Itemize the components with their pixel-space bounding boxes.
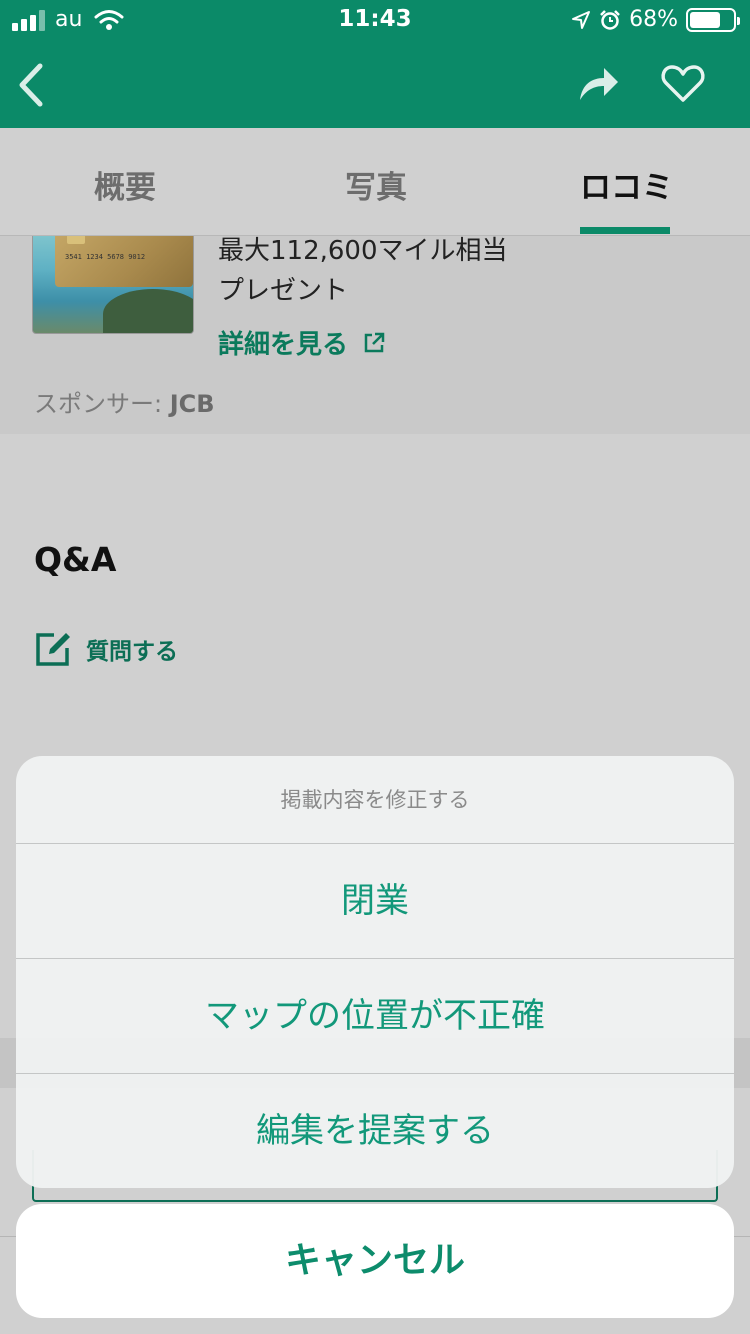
action-sheet: 掲載内容を修正する 閉業 マップの位置が不正確 編集を提案する <box>16 756 734 1188</box>
external-link-icon <box>364 332 385 352</box>
share-arrow-icon[interactable] <box>576 64 620 104</box>
action-sheet-title: 掲載内容を修正する <box>16 756 734 844</box>
status-bar: au 11:43 68% <box>0 0 750 40</box>
tab-photos[interactable]: 写真 <box>345 162 407 207</box>
tab-overview[interactable]: 概要 <box>94 162 156 207</box>
ad-subline: プレゼント <box>218 276 349 306</box>
heart-icon[interactable] <box>660 64 706 104</box>
option-suggest-edit[interactable]: 編集を提案する <box>16 1074 734 1188</box>
chevron-left-icon[interactable] <box>14 62 48 108</box>
ad-headline: 最大112,600マイル相当 <box>218 236 508 266</box>
tab-reviews[interactable]: ロコミ <box>580 162 673 207</box>
ad-details-label: 詳細を見る <box>218 330 349 360</box>
edit-icon <box>36 633 70 666</box>
credit-card-image[interactable]: 3541 1234 5678 9012 <box>32 236 194 334</box>
battery-percent: 68% <box>629 7 678 32</box>
ad-details-link[interactable]: 詳細を見る <box>218 324 386 361</box>
cancel-button[interactable]: キャンセル <box>16 1204 734 1318</box>
option-closed[interactable]: 閉業 <box>16 844 734 959</box>
tab-bar: 概要 写真 ロコミ <box>0 128 750 236</box>
active-tab-indicator <box>580 227 670 234</box>
sponsored-ad: 3541 1234 5678 9012 最大112,600マイル相当 プレゼント… <box>0 236 750 434</box>
app-header: au 11:43 68% <box>0 0 750 128</box>
qa-title: Q&A <box>34 540 117 579</box>
alarm-icon <box>600 9 620 30</box>
ask-question-label: 質問する <box>86 639 178 665</box>
location-arrow-icon <box>572 10 591 29</box>
battery-icon <box>686 7 740 32</box>
option-wrong-map-location[interactable]: マップの位置が不正確 <box>16 959 734 1074</box>
sponsor-label: スポンサー: JCB <box>34 390 215 418</box>
ask-question-button[interactable]: 質問する <box>34 630 178 668</box>
